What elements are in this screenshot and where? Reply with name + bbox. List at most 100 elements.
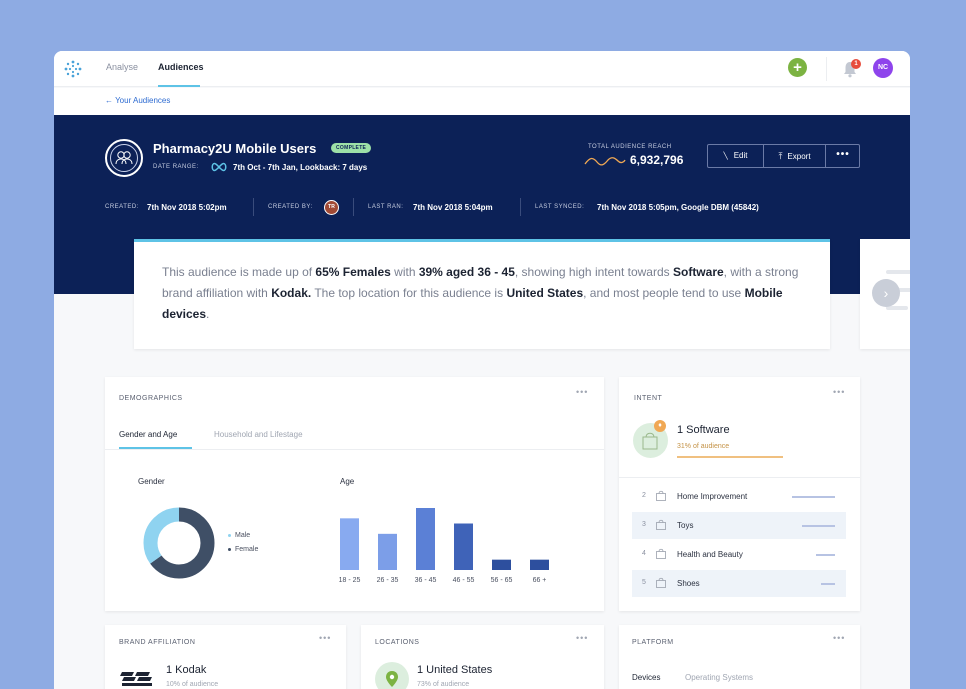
intent-bar bbox=[792, 496, 835, 498]
intent-list-item[interactable]: 3 Toys bbox=[632, 512, 846, 539]
age-bar bbox=[340, 518, 359, 570]
tab-household-and-lifestage[interactable]: Household and Lifestage bbox=[214, 430, 303, 439]
audience-avatar bbox=[105, 139, 143, 177]
locations-more-icon[interactable]: ••• bbox=[576, 633, 588, 643]
intent-rank: 2 bbox=[642, 492, 646, 499]
created-by-label: CREATED BY: bbox=[268, 204, 313, 210]
female-swatch bbox=[228, 547, 231, 551]
shopping-bag-icon bbox=[656, 548, 666, 559]
users-icon bbox=[115, 151, 133, 165]
intent-rank: 5 bbox=[642, 579, 646, 586]
tab-devices[interactable]: Devices bbox=[632, 673, 660, 682]
tab-operating-systems[interactable]: Operating Systems bbox=[685, 673, 753, 682]
intent-bar bbox=[816, 554, 835, 556]
upload-icon: ⤒ bbox=[778, 151, 783, 161]
export-label: Export bbox=[787, 152, 811, 161]
add-button[interactable]: + bbox=[788, 58, 807, 77]
breadcrumb-bar bbox=[54, 88, 910, 115]
last-ran-value: 7th Nov 2018 5:04pm bbox=[413, 203, 493, 212]
insight-summary-text: This audience is made up of 65% Females … bbox=[162, 265, 799, 321]
creator-avatar: TR bbox=[324, 200, 339, 215]
age-bar bbox=[530, 559, 549, 570]
back-to-audiences-link[interactable]: ← Your Audiences bbox=[105, 96, 170, 105]
tab-analyse[interactable]: Analyse bbox=[106, 62, 138, 72]
age-tick-label: 56 - 65 bbox=[491, 577, 513, 584]
created-label: CREATED: bbox=[105, 204, 139, 210]
age-bar bbox=[492, 559, 511, 570]
more-options-button[interactable]: ••• bbox=[826, 145, 860, 167]
legend-female: Female bbox=[228, 546, 258, 553]
last-ran-label: LAST RAN: bbox=[368, 204, 404, 210]
age-tick-label: 26 - 35 bbox=[377, 577, 399, 584]
last-synced-label: LAST SYNCED: bbox=[535, 204, 585, 210]
intent-list-item[interactable]: 4 Health and Beauty bbox=[632, 541, 846, 568]
intent-name: Shoes bbox=[677, 579, 700, 588]
location-icon-bg bbox=[375, 662, 409, 689]
user-avatar[interactable]: NC bbox=[873, 58, 893, 78]
age-tick-label: 66 + bbox=[533, 577, 547, 584]
audience-action-group: ╲ Edit ⤒ Export ••• bbox=[707, 144, 860, 168]
brand-logo-icon bbox=[120, 672, 152, 686]
shopping-bag-icon bbox=[656, 577, 666, 588]
reach-value: 6,932,796 bbox=[630, 153, 684, 167]
age-bar bbox=[416, 508, 435, 570]
tab-gender-and-age[interactable]: Gender and Age bbox=[119, 430, 177, 439]
intent-name: Toys bbox=[677, 521, 694, 530]
age-tick-label: 46 - 55 bbox=[453, 577, 475, 584]
intent-rank: 3 bbox=[642, 521, 646, 528]
intent-list-item[interactable]: 2 Home Improvement bbox=[632, 483, 846, 510]
platform-more-icon[interactable]: ••• bbox=[833, 633, 845, 643]
audience-avatar-ring bbox=[110, 144, 138, 172]
brand-top-share: 10% of audience bbox=[166, 681, 219, 688]
age-bar bbox=[454, 523, 473, 570]
reach-label: TOTAL AUDIENCE REACH bbox=[588, 144, 672, 150]
gender-label: Gender bbox=[138, 477, 165, 486]
intent-divider bbox=[619, 477, 860, 478]
pencil-icon: ╲ bbox=[723, 153, 728, 160]
shopping-bag-icon bbox=[656, 519, 666, 530]
intent-top-name: 1 Software bbox=[677, 424, 730, 436]
brand-more-icon[interactable]: ••• bbox=[319, 633, 331, 643]
edit-button[interactable]: ╲ Edit bbox=[708, 145, 764, 167]
demographics-more-icon[interactable]: ••• bbox=[576, 387, 588, 397]
brand-affiliation-title: BRAND AFFILIATION bbox=[119, 639, 196, 646]
intent-bar bbox=[802, 525, 835, 527]
intent-more-icon[interactable]: ••• bbox=[833, 387, 845, 397]
age-tick-label: 18 - 25 bbox=[339, 577, 361, 584]
audience-title: Pharmacy2U Mobile Users bbox=[153, 141, 317, 156]
location-top-name: 1 United States bbox=[417, 664, 493, 676]
intent-title: INTENT bbox=[634, 395, 663, 402]
app-window: Analyse Audiences + 1 NC ← Your Audience… bbox=[54, 51, 910, 689]
last-synced-value: 7th Nov 2018 5:05pm, Google DBM (45842) bbox=[597, 203, 759, 212]
tab-audiences[interactable]: Audiences bbox=[158, 62, 204, 72]
intent-name: Home Improvement bbox=[677, 492, 748, 501]
meta-divider bbox=[520, 198, 521, 216]
notification-badge: 1 bbox=[851, 59, 861, 69]
platform-title: PLATFORM bbox=[632, 639, 674, 646]
meta-divider bbox=[353, 198, 354, 216]
intent-top-bar bbox=[677, 456, 783, 458]
intent-bar bbox=[821, 583, 835, 585]
tab-divider bbox=[105, 449, 604, 450]
intent-rank: 4 bbox=[642, 550, 646, 557]
intent-top-share: 31% of audience bbox=[677, 443, 730, 450]
shopping-bag-icon bbox=[656, 490, 666, 501]
intent-name: Health and Beauty bbox=[677, 550, 743, 559]
age-tick-label: 36 - 45 bbox=[415, 577, 437, 584]
legend-male: Male bbox=[228, 532, 250, 539]
export-button[interactable]: ⤒ Export bbox=[764, 145, 826, 167]
map-pin-icon bbox=[386, 671, 398, 687]
chevron-right-icon: › bbox=[883, 285, 889, 301]
nav-divider bbox=[826, 57, 827, 81]
intent-list-item[interactable]: 5 Shoes bbox=[632, 570, 846, 597]
top-nav-bar: Analyse Audiences + 1 NC bbox=[54, 51, 910, 87]
male-swatch bbox=[228, 533, 231, 537]
reach-trend-icon bbox=[584, 157, 626, 166]
status-badge: COMPLETE bbox=[331, 143, 372, 153]
app-logo-icon[interactable] bbox=[64, 60, 82, 78]
age-bar bbox=[378, 533, 397, 570]
locations-title: LOCATIONS bbox=[375, 639, 420, 646]
next-insight-button[interactable]: › bbox=[872, 279, 900, 307]
infinity-loop-icon bbox=[211, 162, 227, 172]
flame-icon: ♦ bbox=[654, 420, 666, 432]
